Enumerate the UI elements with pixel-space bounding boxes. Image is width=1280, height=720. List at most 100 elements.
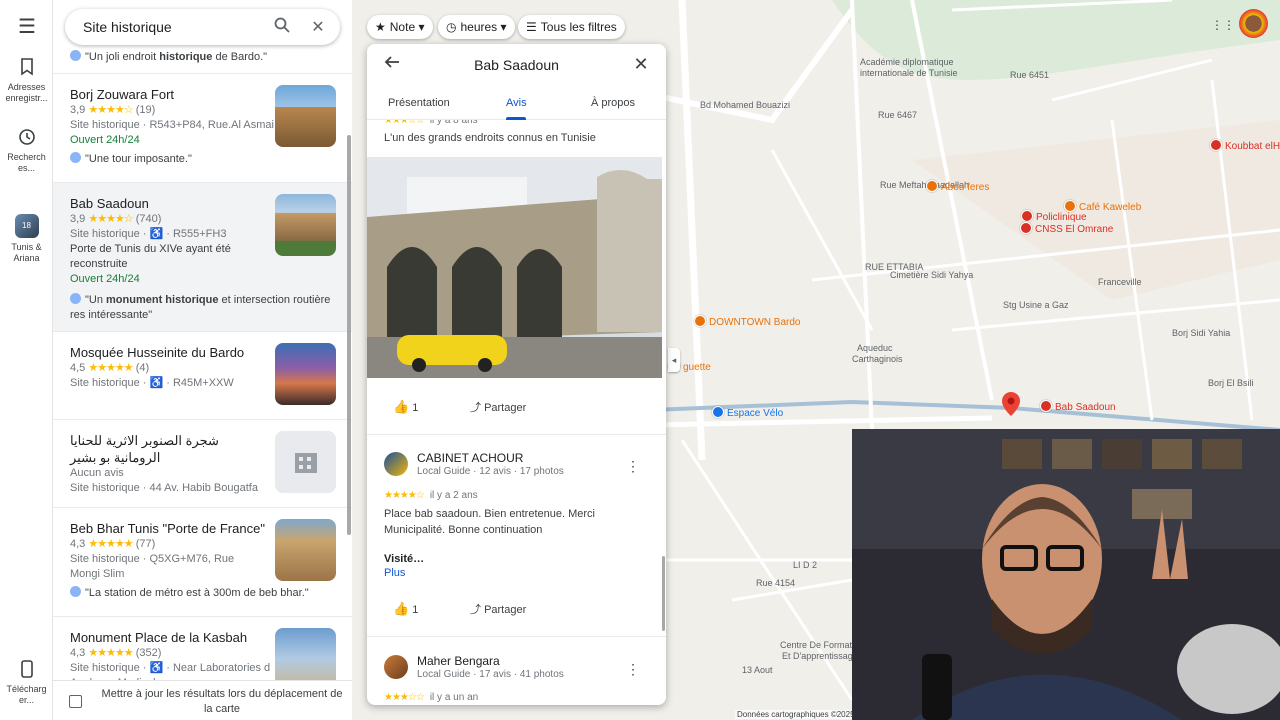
result-item[interactable]: Mosquée Husseinite du Bardo 4,5 ★★★★★ (4… <box>53 332 352 420</box>
poi-label: Espace Vélo <box>727 408 784 419</box>
poi-label: guette <box>683 362 711 373</box>
result-quote: "Une tour imposante." <box>70 152 352 167</box>
rail-saved[interactable]: Adresses enregistr... <box>0 58 53 104</box>
poi-label: Koubbat elH <box>1225 141 1280 152</box>
star-rating-icon: ★★★★★ <box>88 538 133 550</box>
collapse-panel-icon[interactable]: ◂ <box>668 348 680 372</box>
poi-marker-icon <box>926 180 938 192</box>
map-label: Bd Mohamed Bouazizi <box>700 100 791 110</box>
tab-overview[interactable]: Présentation <box>388 97 450 109</box>
map-poi[interactable]: Bab Saadoun <box>1040 400 1116 413</box>
search-icon[interactable] <box>272 17 292 37</box>
active-tab-indicator <box>506 117 526 120</box>
map-label: Rue 6467 <box>878 110 918 120</box>
result-photo[interactable] <box>275 519 336 581</box>
map-poi[interactable]: Abou feres <box>926 180 989 193</box>
reviewer-avatar[interactable] <box>384 655 408 679</box>
rail-recent-label: Recherch es... <box>7 152 46 173</box>
webcam-overlay <box>852 429 1280 720</box>
menu-icon[interactable]: ☰ <box>14 14 40 38</box>
review-text: L'un des grands endroits connus en Tunis… <box>384 132 596 144</box>
rail-download[interactable]: Télécharg er... <box>0 660 53 706</box>
caret-down-icon: ▾ <box>418 20 425 34</box>
map-label: Et D'apprentissage <box>782 651 858 661</box>
more-vert-icon[interactable]: ⋮ <box>626 661 640 678</box>
reviewer-stats: Local Guide · 17 avis · 41 photos <box>417 669 564 680</box>
results-scrollbar[interactable] <box>347 135 351 535</box>
filter-chip-hours[interactable]: ◷ heures ▾ <box>438 15 515 39</box>
results-panel: ✕ "Un joli endroit historique de Bardo."… <box>53 0 352 720</box>
place-title: Bab Saadoun <box>474 57 559 73</box>
apps-grid-icon[interactable]: ⋮⋮ <box>1211 18 1235 32</box>
map-label: Rue 6451 <box>1010 70 1050 80</box>
result-item[interactable]: Beb Bhar Tunis "Porte de France" 4,3 ★★★… <box>53 508 352 617</box>
result-quote: "Un monument historique et intersection … <box>70 293 331 321</box>
map-label: Franceville <box>1098 277 1142 287</box>
star-rating-icon: ★★★★★ <box>88 647 133 659</box>
tab-about[interactable]: À propos <box>591 97 635 109</box>
search-input[interactable] <box>83 9 263 45</box>
reviewer-avatar-icon <box>70 152 81 163</box>
result-item[interactable]: شجرة الصنوبر الاثرية للحنايا الرومانية ب… <box>53 420 352 508</box>
share-button[interactable]: ⤴ Partager <box>470 399 526 415</box>
more-vert-icon[interactable]: ⋮ <box>626 458 640 475</box>
review-more-link[interactable]: Plus <box>384 565 405 581</box>
place-detail-panel: Bab Saadoun ✕ Présentation Avis À propos… <box>367 44 666 705</box>
tab-reviews[interactable]: Avis <box>506 97 527 109</box>
close-icon[interactable]: ✕ <box>630 54 652 75</box>
rail-recent[interactable]: Recherch es... <box>0 128 53 174</box>
share-button[interactable]: ⤴ Partager <box>470 601 526 617</box>
review-photo[interactable] <box>367 157 662 378</box>
result-quote: "Un joli endroit historique de Bardo." <box>70 50 352 65</box>
like-button[interactable]: 👍 1 <box>393 399 418 415</box>
result-photo[interactable] <box>275 194 336 256</box>
result-meta: Site historique · Q5XG+M76, Rue Mongi Sl… <box>70 553 235 580</box>
map-poi[interactable]: Espace Vélo <box>712 406 783 419</box>
star-rating-icon: ★★★★☆ <box>88 213 133 225</box>
review-divider <box>367 636 666 637</box>
poi-marker-icon <box>712 406 724 418</box>
poi-marker-icon <box>1021 210 1033 222</box>
map-attribution: Données cartographiques ©2025 G <box>735 710 865 719</box>
poi-marker-icon <box>1040 400 1052 412</box>
review-text: Place bab saadoun. Bien entretenue. Merc… <box>384 508 595 536</box>
update-on-move-checkbox[interactable] <box>69 695 82 708</box>
star-rating-icon: ★★★★☆ <box>384 490 425 501</box>
result-quote: "La station de métro est à 300m de beb b… <box>70 586 352 601</box>
rail-area-label: Tunis & Ariana <box>11 242 42 263</box>
filter-chip-rating[interactable]: ★ Note ▾ <box>367 15 433 39</box>
share-icon: ⤴ <box>470 604 481 616</box>
star-rating-icon: ★★★★★ <box>88 362 133 374</box>
selected-place-pin-icon[interactable] <box>1002 392 1020 416</box>
reviewer-name[interactable]: Maher Bengara <box>417 654 500 668</box>
result-photo[interactable] <box>275 85 336 147</box>
open-status: Ouvert 24h/24 <box>70 273 140 285</box>
reviewer-avatar-icon <box>70 586 81 597</box>
filter-chip-all[interactable]: ☰ Tous les filtres <box>518 15 625 39</box>
reviewer-name[interactable]: CABINET ACHOUR <box>417 451 523 465</box>
close-icon[interactable]: ✕ <box>308 17 328 37</box>
arrow-back-icon[interactable] <box>381 54 403 75</box>
result-item[interactable]: Borj Zouwara Fort 3,9 ★★★★☆ (19) Site hi… <box>53 74 352 183</box>
map-poi[interactable]: DOWNTOWN Bardo <box>694 315 801 328</box>
account-avatar[interactable] <box>1239 9 1268 38</box>
map-label: Borj El Bsili <box>1208 378 1254 388</box>
thumb-up-icon: 👍 <box>393 601 410 616</box>
result-item[interactable]: Monument Place de la Kasbah 4,3 ★★★★★ (3… <box>53 617 352 690</box>
poi-marker-icon <box>1210 139 1222 151</box>
map-poi[interactable]: Koubbat elH <box>1210 139 1280 152</box>
result-item[interactable]: Bab Saadoun 3,9 ★★★★☆ (740) Site histori… <box>53 183 352 332</box>
rail-area[interactable]: 18 Tunis & Ariana <box>0 214 53 264</box>
star-rating-icon: ★★★☆☆ <box>384 692 425 703</box>
result-photo[interactable] <box>275 343 336 405</box>
like-button[interactable]: 👍 1 <box>393 601 418 617</box>
result-item[interactable]: "Un joli endroit historique de Bardo." <box>53 40 352 74</box>
review-divider <box>367 434 666 435</box>
reviewer-avatar-icon <box>70 50 81 61</box>
bookmark-icon <box>17 58 37 78</box>
filter-icon: ☰ <box>526 20 537 34</box>
update-on-move-label: Mettre à jour les résultats lors du dépl… <box>101 688 343 715</box>
map-poi[interactable]: CNSS El Omrane <box>1020 222 1113 235</box>
panel-scrollbar[interactable] <box>662 556 665 631</box>
reviewer-avatar[interactable] <box>384 452 408 476</box>
